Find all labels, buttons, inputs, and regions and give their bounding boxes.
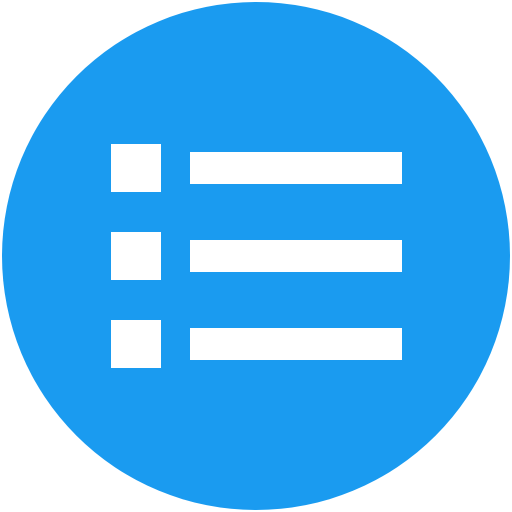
list-icon — [2, 2, 510, 510]
bullet-square — [111, 232, 161, 280]
bullet-square — [111, 144, 161, 192]
list-line — [190, 152, 402, 184]
bullet-square — [111, 320, 161, 368]
list-line — [190, 240, 402, 272]
list-line — [190, 328, 402, 360]
app-icon-button[interactable] — [0, 0, 512, 512]
